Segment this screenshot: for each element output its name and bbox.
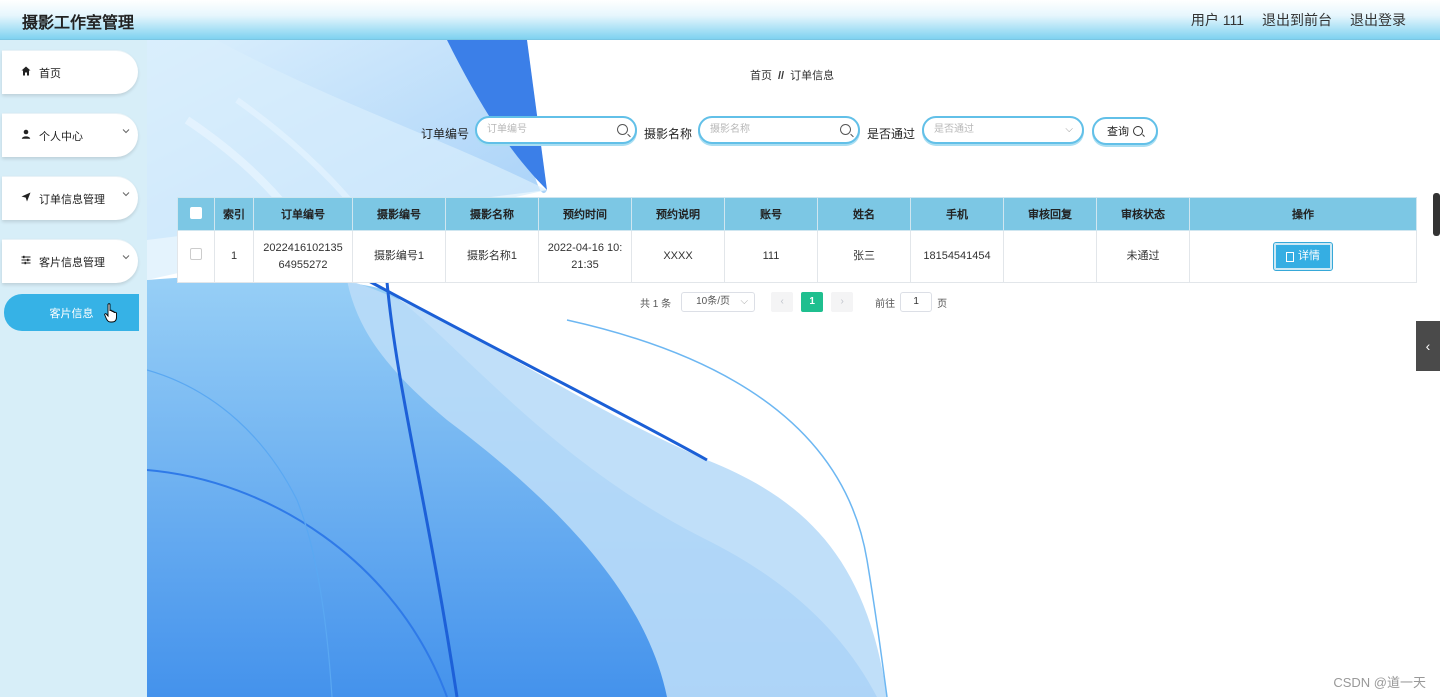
chevron-down-icon — [122, 127, 130, 138]
column-header: 订单编号 — [253, 197, 353, 231]
page-size-value: 10条/页 — [696, 296, 731, 307]
sidebar-item-label: 首页 — [39, 67, 61, 80]
pagination: 共 1 条 10条/页 ⌵ ‹ 1 › 前往 1 页 — [640, 292, 947, 312]
column-header: 预约说明 — [631, 197, 725, 231]
select-all-checkbox[interactable] — [190, 206, 202, 219]
pass-placeholder: 是否通过 — [934, 124, 974, 135]
column-header: 索引 — [214, 197, 254, 231]
next-page-button[interactable]: › — [831, 292, 854, 312]
select-all-cell[interactable] — [177, 197, 215, 231]
home-icon — [20, 66, 32, 79]
cell-photo-name: 摄影名称1 — [445, 230, 539, 283]
breadcrumb-current: 订单信息 — [790, 70, 835, 82]
photo-name-label: 摄影名称 — [644, 127, 693, 141]
sidebar-item-client-photo-management[interactable]: 客片信息管理 — [2, 239, 138, 283]
sidebar-subitem-client-photo-info[interactable]: 客片信息 — [4, 294, 139, 331]
sidebar-item-home[interactable]: 首页 — [2, 50, 138, 94]
page-number-current[interactable]: 1 — [801, 292, 824, 312]
sidebar-item-label: 订单信息管理 — [39, 193, 105, 206]
order-no-label: 订单编号 — [421, 127, 470, 141]
chevron-down-icon: ⌵ — [1065, 124, 1073, 135]
cell-actions: 详情 — [1189, 230, 1417, 283]
column-header: 摄影名称 — [445, 197, 539, 231]
cell-account: 111 — [724, 230, 818, 283]
pass-label: 是否通过 — [867, 127, 916, 141]
column-header: 审核状态 — [1096, 197, 1190, 231]
order-no-placeholder: 订单编号 — [487, 124, 527, 135]
search-icon — [1133, 126, 1143, 136]
query-button[interactable]: 查询 — [1092, 117, 1158, 145]
sliders-icon — [20, 255, 32, 268]
table-header-row: 索引 订单编号 摄影编号 摄影名称 预约时间 预约说明 账号 姓名 手机 审核回… — [177, 197, 1417, 231]
column-header: 姓名 — [817, 197, 911, 231]
hand-cursor-icon — [104, 303, 117, 323]
detail-button[interactable]: 详情 — [1273, 242, 1333, 271]
cell-order-no-line1: 2022416102135 — [263, 241, 343, 254]
main-content: 首页 // 订单信息 订单编号 订单编号 摄影名称 摄影名称 是否通过 是否通过 ⌵… — [147, 40, 1426, 697]
current-user: 用户 111 — [1190, 12, 1244, 28]
order-no-input[interactable]: 订单编号 — [475, 116, 637, 144]
top-nav: 用户 111 退出到前台 退出登录 — [1191, 10, 1406, 30]
chevron-left-icon: ‹ — [1425, 338, 1431, 354]
column-header: 预约时间 — [538, 197, 632, 231]
sidebar-item-order-management[interactable]: 订单信息管理 — [2, 176, 138, 220]
photo-name-placeholder: 摄影名称 — [710, 124, 750, 135]
column-header: 操作 — [1189, 197, 1417, 231]
cell-photo-no: 摄影编号1 — [352, 230, 446, 283]
page-size-select[interactable]: 10条/页 ⌵ — [681, 292, 756, 312]
row-select-cell[interactable] — [177, 230, 215, 283]
cell-review-reply — [1003, 230, 1097, 283]
sidebar-item-label: 个人中心 — [39, 130, 83, 143]
cell-order-no-line2: 64955272 — [278, 258, 328, 271]
breadcrumb: 首页 // 订单信息 — [750, 67, 834, 83]
sidebar-item-label: 客片信息管理 — [39, 256, 105, 269]
app-title: 摄影工作室管理 — [22, 15, 135, 32]
cell-order-no: 2022416102135 64955272 — [253, 230, 353, 283]
chevron-down-icon — [122, 253, 130, 264]
goto-page-input[interactable]: 1 — [900, 292, 933, 312]
document-icon — [1286, 251, 1294, 262]
top-header: 摄影工作室管理 用户 111 退出到前台 退出登录 — [0, 0, 1440, 40]
cell-booking-note: XXXX — [631, 230, 725, 283]
prev-page-button[interactable]: ‹ — [771, 292, 794, 312]
goto-label: 前往 — [875, 298, 896, 310]
pagination-total: 共 1 条 — [640, 298, 672, 310]
column-header: 账号 — [724, 197, 818, 231]
sidebar-item-personal-center[interactable]: 个人中心 — [2, 113, 138, 157]
detail-label: 详情 — [1298, 250, 1320, 262]
logout-link[interactable]: 退出登录 — [1350, 10, 1406, 30]
chevron-down-icon — [122, 190, 130, 201]
pass-select[interactable]: 是否通过 ⌵ — [922, 116, 1084, 144]
sidebar: 首页 个人中心 订单信息管理 客片信息管理 客片信息 — [0, 40, 147, 697]
photo-name-input[interactable]: 摄影名称 — [698, 116, 860, 144]
cell-time-line1: 2022-04-16 10: — [547, 241, 623, 254]
search-icon — [840, 124, 851, 135]
breadcrumb-home[interactable]: 首页 — [750, 70, 772, 82]
sidebar-subitem-label: 客片信息 — [49, 307, 94, 320]
column-header: 摄影编号 — [352, 197, 446, 231]
row-checkbox[interactable] — [190, 247, 202, 260]
cell-phone: 18154541454 — [910, 230, 1004, 283]
cell-index: 1 — [214, 230, 254, 283]
watermark: CSDN @道一天 — [1333, 675, 1426, 690]
column-header: 手机 — [910, 197, 1004, 231]
user-icon — [20, 129, 32, 142]
cell-time-line2: 21:35 — [571, 258, 599, 271]
collapse-panel-toggle[interactable]: ‹ — [1416, 321, 1440, 371]
scrollbar-thumb[interactable] — [1433, 193, 1440, 236]
column-header: 审核回复 — [1003, 197, 1097, 231]
order-table: 索引 订单编号 摄影编号 摄影名称 预约时间 预约说明 账号 姓名 手机 审核回… — [177, 197, 1417, 283]
chevron-down-icon: ⌵ — [740, 296, 749, 307]
cell-name: 张三 — [817, 230, 911, 283]
breadcrumb-separator: // — [778, 70, 785, 82]
table-row: 1 2022416102135 64955272 摄影编号1 摄影名称1 2022… — [177, 230, 1417, 283]
cell-review-status: 未通过 — [1096, 230, 1190, 283]
query-label: 查询 — [1107, 126, 1129, 138]
cell-booking-time: 2022-04-16 10: 21:35 — [538, 230, 632, 283]
page-unit-label: 页 — [937, 298, 948, 310]
search-icon — [617, 124, 628, 135]
exit-to-front-link[interactable]: 退出到前台 — [1262, 10, 1332, 30]
send-icon — [20, 192, 32, 205]
